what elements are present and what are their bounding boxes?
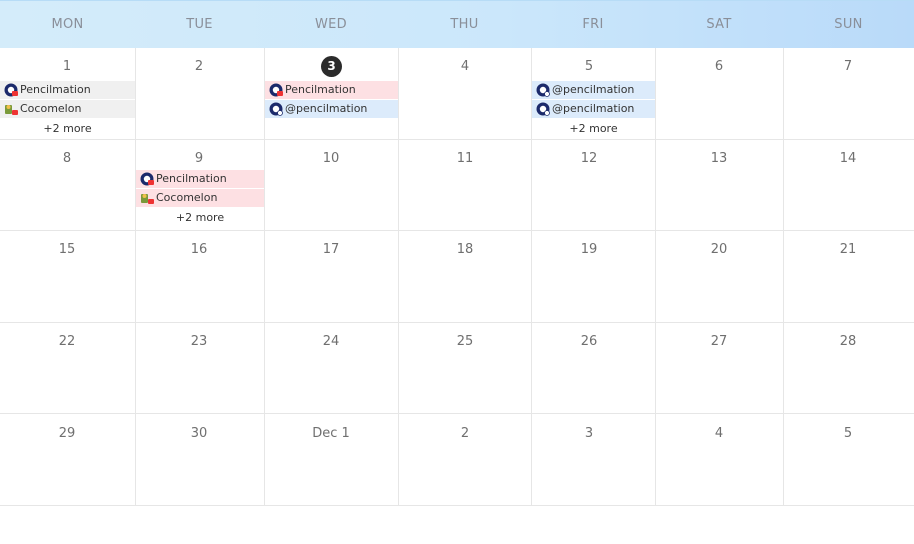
day-cell-number[interactable]: 27 <box>699 331 739 353</box>
day-cell-number[interactable]: 6 <box>699 56 739 78</box>
calendar-event[interactable]: @pencilmation <box>265 100 398 118</box>
grid-divider <box>655 48 656 506</box>
grid-divider <box>398 48 399 506</box>
pencilmation-icon <box>536 102 550 116</box>
day-cell-number[interactable]: 24 <box>311 331 351 353</box>
day-cell-number[interactable]: 18 <box>445 239 485 261</box>
day-cell-number[interactable]: 1 <box>47 56 87 78</box>
grid-divider <box>0 139 914 140</box>
event-label: Pencilmation <box>285 83 356 96</box>
day-cell-number[interactable]: 9 <box>179 148 219 170</box>
pencilmation-icon <box>140 172 154 186</box>
more-events-link[interactable]: +2 more <box>0 121 135 137</box>
grid-divider <box>0 505 914 506</box>
day-cell-number[interactable]: 15 <box>47 239 87 261</box>
event-label: @pencilmation <box>285 102 368 115</box>
event-label: Cocomelon <box>20 102 82 115</box>
calendar-event[interactable]: Pencilmation <box>136 170 264 188</box>
grid-divider <box>0 230 914 231</box>
day-cell-number[interactable]: Dec 1 <box>301 423 361 445</box>
cocomelon-icon <box>5 105 18 115</box>
calendar-event[interactable]: Cocomelon <box>136 189 264 207</box>
event-label: @pencilmation <box>552 83 635 96</box>
event-label: Pencilmation <box>156 172 227 185</box>
calendar-event[interactable]: Pencilmation <box>0 81 135 99</box>
weekday-thu: THU <box>450 17 479 32</box>
day-cell-number[interactable]: 23 <box>179 331 219 353</box>
today-badge[interactable]: 3 <box>321 56 342 77</box>
weekday-sat: SAT <box>706 17 732 32</box>
more-events-link[interactable]: +2 more <box>136 210 264 226</box>
day-cell-number[interactable]: 2 <box>179 56 219 78</box>
weekday-fri: FRI <box>582 17 604 32</box>
day-cell-number[interactable]: 28 <box>828 331 868 353</box>
grid-divider <box>0 322 914 323</box>
calendar-month-view: MON TUE WED THU FRI SAT SUN 1 2 3 4 5 6 … <box>0 0 914 506</box>
calendar-event[interactable]: Pencilmation <box>265 81 398 99</box>
day-cell-number[interactable]: 12 <box>569 148 609 170</box>
day-cell-number[interactable]: 30 <box>179 423 219 445</box>
month-grid: 1 2 3 4 5 6 7 Pencilmation Cocomelon +2 … <box>0 48 914 506</box>
day-cell-number[interactable]: 16 <box>179 239 219 261</box>
day-cell-number[interactable]: 5 <box>828 423 868 445</box>
grid-divider <box>135 48 136 506</box>
pencilmation-icon <box>269 102 283 116</box>
pencilmation-icon <box>269 83 283 97</box>
day-cell-number[interactable]: 22 <box>47 331 87 353</box>
calendar-event[interactable]: Cocomelon <box>0 100 135 118</box>
day-cell-number[interactable]: 10 <box>311 148 351 170</box>
day-cell-number[interactable]: 13 <box>699 148 739 170</box>
event-label: Cocomelon <box>156 191 218 204</box>
day-cell-number[interactable]: 25 <box>445 331 485 353</box>
day-cell-number[interactable]: 8 <box>47 148 87 170</box>
cocomelon-icon <box>141 194 154 204</box>
day-cell-number[interactable]: 4 <box>445 56 485 78</box>
pencilmation-icon <box>4 83 18 97</box>
day-cell-number[interactable]: 2 <box>445 423 485 445</box>
day-cell-number[interactable]: 11 <box>445 148 485 170</box>
weekday-sun: SUN <box>834 17 863 32</box>
event-label: @pencilmation <box>552 102 635 115</box>
day-cell-number[interactable]: 20 <box>699 239 739 261</box>
day-cell-number[interactable]: 3 <box>569 423 609 445</box>
grid-divider <box>0 413 914 414</box>
calendar-event[interactable]: @pencilmation <box>532 100 655 118</box>
grid-divider <box>783 48 784 506</box>
day-cell-number[interactable]: 19 <box>569 239 609 261</box>
weekday-tue: TUE <box>186 17 213 32</box>
day-cell-number[interactable]: 21 <box>828 239 868 261</box>
weekday-wed: WED <box>315 17 347 32</box>
pencilmation-icon <box>536 83 550 97</box>
day-cell-number[interactable]: 29 <box>47 423 87 445</box>
weekday-mon: MON <box>51 17 84 32</box>
day-cell-number[interactable]: 26 <box>569 331 609 353</box>
calendar-event[interactable]: @pencilmation <box>532 81 655 99</box>
day-cell-number[interactable]: 17 <box>311 239 351 261</box>
day-cell-number[interactable]: 14 <box>828 148 868 170</box>
weekday-header: MON TUE WED THU FRI SAT SUN <box>0 0 914 48</box>
day-cell-number[interactable]: 7 <box>828 56 868 78</box>
day-cell-number[interactable]: 4 <box>699 423 739 445</box>
event-label: Pencilmation <box>20 83 91 96</box>
day-cell-number[interactable]: 5 <box>569 56 609 78</box>
more-events-link[interactable]: +2 more <box>532 121 655 137</box>
